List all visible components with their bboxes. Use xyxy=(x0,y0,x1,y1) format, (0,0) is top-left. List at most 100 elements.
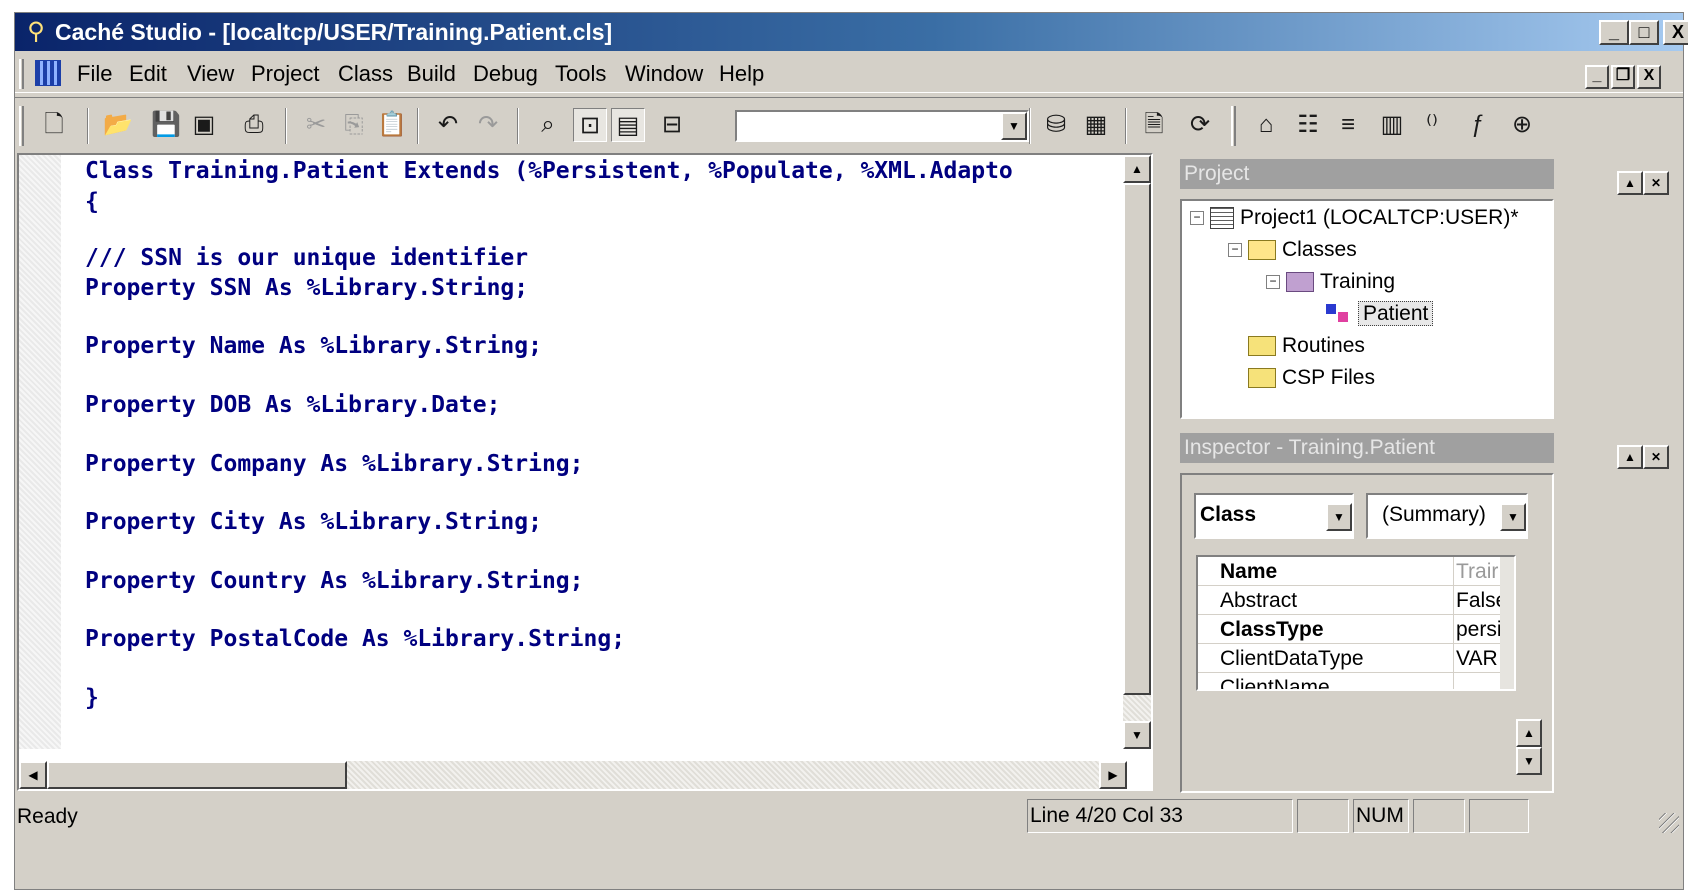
mdi-close-button[interactable]: X xyxy=(1637,65,1661,89)
chevron-down-icon[interactable]: ▼ xyxy=(1001,112,1027,140)
menu-view[interactable]: View xyxy=(187,61,234,87)
maximize-button[interactable]: □ xyxy=(1629,20,1659,45)
vertical-scrollbar[interactable]: ▲ ▼ xyxy=(1123,155,1151,749)
inspector-row[interactable]: AbstractFalse xyxy=(1198,586,1502,615)
print-icon[interactable]: ⎙ xyxy=(237,108,271,142)
redo-icon[interactable]: ↷ xyxy=(471,108,505,142)
spin-up-icon[interactable]: ▲ xyxy=(1516,719,1542,747)
undo-icon[interactable]: ↶ xyxy=(431,108,465,142)
mdi-minimize-button[interactable]: _ xyxy=(1585,65,1609,89)
view-others-icon[interactable]: 🗎 xyxy=(1137,108,1171,142)
menu-edit[interactable]: Edit xyxy=(129,61,167,87)
inspector-row-value[interactable]: VAR xyxy=(1456,644,1502,673)
code-line[interactable]: Property Name As %Library.String; xyxy=(85,332,542,360)
code-line[interactable]: Property City As %Library.String; xyxy=(85,508,542,536)
find-icon[interactable]: ⌕ xyxy=(531,108,565,142)
goto-icon[interactable]: ⊟ xyxy=(655,108,689,142)
menu-class[interactable]: Class xyxy=(338,61,393,87)
property-icon[interactable]: ≡ xyxy=(1331,108,1365,142)
parameter-icon[interactable]: ⁽⁾ xyxy=(1415,108,1449,142)
collapse-icon[interactable]: − xyxy=(1266,275,1280,289)
inspector-row-value[interactable]: persi xyxy=(1456,615,1502,644)
inspector-row[interactable]: ClassType persi xyxy=(1198,615,1502,644)
code-line[interactable]: Property DOB As %Library.Date; xyxy=(85,391,500,419)
inspector-row[interactable]: Name Trair xyxy=(1198,557,1502,586)
horizontal-scrollbar[interactable]: ◀ ▶ xyxy=(19,761,1127,789)
inspector-type-select[interactable]: Class ▼ xyxy=(1194,493,1354,539)
code-comment-line[interactable]: /// SSN is our unique identifier xyxy=(85,244,528,272)
code-line[interactable]: Property Country As %Library.String; xyxy=(85,567,584,595)
inspector-row[interactable]: ClientName xyxy=(1198,673,1502,689)
collapse-icon[interactable]: − xyxy=(1190,211,1204,225)
vertical-scroll-thumb[interactable] xyxy=(1123,183,1151,695)
tree-node-patient[interactable]: Patient xyxy=(1322,299,1434,329)
resize-grip-icon[interactable] xyxy=(1659,813,1679,833)
code-line[interactable]: Property SSN As %Library.String; xyxy=(85,274,528,302)
inspector-row-value[interactable] xyxy=(1456,673,1502,689)
home-icon[interactable]: ⌂ xyxy=(1249,108,1283,142)
new-file-icon[interactable]: 🗋 xyxy=(37,108,71,142)
inspector-view-select[interactable]: (Summary) ▼ xyxy=(1366,493,1528,539)
spin-down-icon[interactable]: ▼ xyxy=(1516,747,1542,775)
menu-debug[interactable]: Debug xyxy=(473,61,538,87)
copy-icon[interactable]: ⎘ xyxy=(337,108,371,142)
menu-file[interactable]: File xyxy=(77,61,112,87)
find-in-files-icon[interactable]: ⊡ xyxy=(573,108,607,142)
panel-arrow-icon[interactable]: ▲ xyxy=(1617,445,1643,469)
tree-node-classes[interactable]: Classes xyxy=(1248,235,1357,265)
project-panel-title[interactable]: Project xyxy=(1180,159,1554,189)
build-icon[interactable]: ▦ xyxy=(1079,108,1113,142)
title-bar[interactable]: ⚲ Caché Studio - [localtcp/USER/Training… xyxy=(15,13,1688,51)
panel-arrow-icon[interactable]: ▲ xyxy=(1617,171,1643,195)
panel-close-icon[interactable]: ✕ xyxy=(1643,171,1669,195)
bookmark-icon[interactable]: ▤ xyxy=(611,108,645,142)
toolbar-grip[interactable] xyxy=(1231,106,1236,146)
toolbar-grip[interactable] xyxy=(19,106,24,146)
method-icon[interactable]: ƒ xyxy=(1461,108,1495,142)
tree-node-routines[interactable]: Routines xyxy=(1248,331,1365,361)
code-line[interactable]: } xyxy=(85,684,99,712)
class-icon[interactable]: ☷ xyxy=(1291,108,1325,142)
code-line[interactable]: Class Training.Patient Extends (%Persist… xyxy=(85,157,1013,185)
mdi-restore-button[interactable]: ❐ xyxy=(1611,65,1635,89)
menu-help[interactable]: Help xyxy=(719,61,764,87)
menubar-grip[interactable] xyxy=(19,59,24,89)
chevron-down-icon[interactable]: ▼ xyxy=(1500,503,1526,531)
tree-node-project[interactable]: Project1 (LOCALTCP:USER)* xyxy=(1210,203,1519,233)
table-icon[interactable]: ▥ xyxy=(1375,108,1409,142)
inspector-panel-title[interactable]: Inspector - Training.Patient xyxy=(1180,433,1554,463)
cut-icon[interactable]: ✂ xyxy=(299,108,333,142)
tree-node-csp-files[interactable]: CSP Files xyxy=(1248,363,1375,393)
inspector-row-value[interactable]: False xyxy=(1456,586,1502,615)
tree-node-training[interactable]: Training xyxy=(1286,267,1395,297)
menu-tools[interactable]: Tools xyxy=(555,61,606,87)
save-all-icon[interactable]: ▣ xyxy=(187,108,221,142)
panel-close-icon[interactable]: ✕ xyxy=(1643,445,1669,469)
save-icon[interactable]: 💾 xyxy=(149,108,183,142)
code-area[interactable]: Class Training.Patient Extends (%Persist… xyxy=(85,155,1131,749)
horizontal-scroll-thumb[interactable] xyxy=(47,761,347,789)
inspector-row[interactable]: ClientDataType VAR xyxy=(1198,644,1502,673)
menu-window[interactable]: Window xyxy=(625,61,703,87)
chevron-down-icon[interactable]: ▼ xyxy=(1326,503,1352,531)
menu-build[interactable]: Build xyxy=(407,61,456,87)
document-icon[interactable] xyxy=(35,60,61,86)
scroll-right-icon[interactable]: ▶ xyxy=(1099,761,1127,789)
refresh-icon[interactable]: ⟳ xyxy=(1183,108,1217,142)
menu-project[interactable]: Project xyxy=(251,61,319,87)
scroll-up-icon[interactable]: ▲ xyxy=(1123,155,1151,183)
paste-icon[interactable]: 📋 xyxy=(375,108,409,142)
add-icon[interactable]: ⊕ xyxy=(1505,108,1539,142)
open-file-icon[interactable]: 📂 xyxy=(101,108,135,142)
close-button[interactable]: X xyxy=(1663,20,1688,45)
inspector-grid-scrollbar[interactable] xyxy=(1500,557,1514,689)
collapse-icon[interactable]: − xyxy=(1228,243,1242,257)
code-line[interactable]: { xyxy=(85,188,99,216)
scroll-left-icon[interactable]: ◀ xyxy=(19,761,47,789)
minimize-button[interactable]: _ xyxy=(1599,20,1629,45)
compile-icon[interactable]: ⛁ xyxy=(1039,108,1073,142)
toolbar-combo[interactable]: ▼ xyxy=(735,110,1029,142)
code-line[interactable]: Property PostalCode As %Library.String; xyxy=(85,625,625,653)
code-line[interactable]: Property Company As %Library.String; xyxy=(85,450,584,478)
code-editor[interactable]: Class Training.Patient Extends (%Persist… xyxy=(17,153,1153,791)
